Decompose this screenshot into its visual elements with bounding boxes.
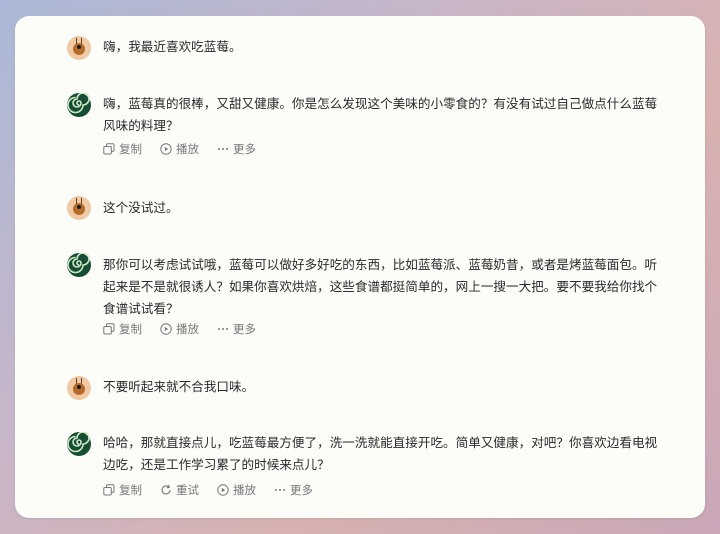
message-actions: 复制 重试 播放 更多 [103, 482, 331, 498]
spiral-icon [67, 253, 90, 274]
assistant-avatar [67, 253, 91, 277]
copy-icon [103, 143, 115, 155]
assistant-avatar [67, 93, 91, 117]
more-button[interactable]: 更多 [217, 321, 256, 337]
play-label: 播放 [176, 322, 199, 336]
copy-label: 复制 [119, 142, 142, 156]
refresh-icon [161, 484, 171, 495]
more-label: 更多 [233, 142, 256, 156]
play-icon [160, 143, 172, 155]
play-button[interactable]: 播放 [217, 482, 256, 498]
message-text: 哈哈，那就直接点儿，吃蓝莓最方便了，洗一洗就能直接开吃。简单又健康，对吧？你喜欢… [103, 435, 658, 472]
spiral-icon [67, 432, 90, 453]
message-actions: 复制 播放 更多 [103, 141, 274, 157]
more-icon [218, 148, 228, 150]
more-icon [275, 489, 285, 491]
message-text: 嗨，我最近喜欢吃蓝莓。 [103, 39, 242, 54]
message-text: 这个没试过。 [103, 200, 179, 215]
chat-window: 嗨，我最近喜欢吃蓝莓。 嗨，蓝莓真的很棒，又甜又健康。你是怎么发现这个美味的小零… [15, 16, 705, 518]
play-label: 播放 [233, 483, 256, 497]
more-label: 更多 [290, 483, 313, 497]
play-label: 播放 [176, 142, 199, 156]
copy-icon [103, 323, 115, 335]
message-text: 那你可以考虑试试哦，蓝莓可以做好多好吃的东西，比如蓝莓派、蓝莓奶昔，或者是烤蓝莓… [103, 257, 658, 316]
message-text: 不要听起来就不合我口味。 [103, 379, 255, 394]
more-label: 更多 [233, 322, 256, 336]
play-icon [217, 484, 229, 496]
assistant-avatar [67, 432, 91, 456]
copy-button[interactable]: 复制 [103, 321, 142, 337]
retry-button[interactable]: 重试 [160, 482, 199, 498]
copy-button[interactable]: 复制 [103, 482, 142, 498]
user-avatar [67, 196, 91, 220]
play-icon [160, 323, 172, 335]
play-button[interactable]: 播放 [160, 321, 199, 337]
play-button[interactable]: 播放 [160, 141, 199, 157]
message-actions: 复制 播放 更多 [103, 321, 274, 337]
spiral-icon [67, 93, 90, 114]
copy-button[interactable]: 复制 [103, 141, 142, 157]
message-text: 嗨，蓝莓真的很棒，又甜又健康。你是怎么发现这个美味的小零食的？有没有试过自己做点… [103, 96, 658, 133]
user-avatar [67, 376, 91, 400]
copy-icon [103, 484, 115, 496]
user-avatar [67, 36, 91, 60]
more-icon [218, 328, 228, 330]
copy-label: 复制 [119, 483, 142, 497]
more-button[interactable]: 更多 [217, 141, 256, 157]
retry-label: 重试 [176, 483, 199, 497]
copy-label: 复制 [119, 322, 142, 336]
more-button[interactable]: 更多 [274, 482, 313, 498]
